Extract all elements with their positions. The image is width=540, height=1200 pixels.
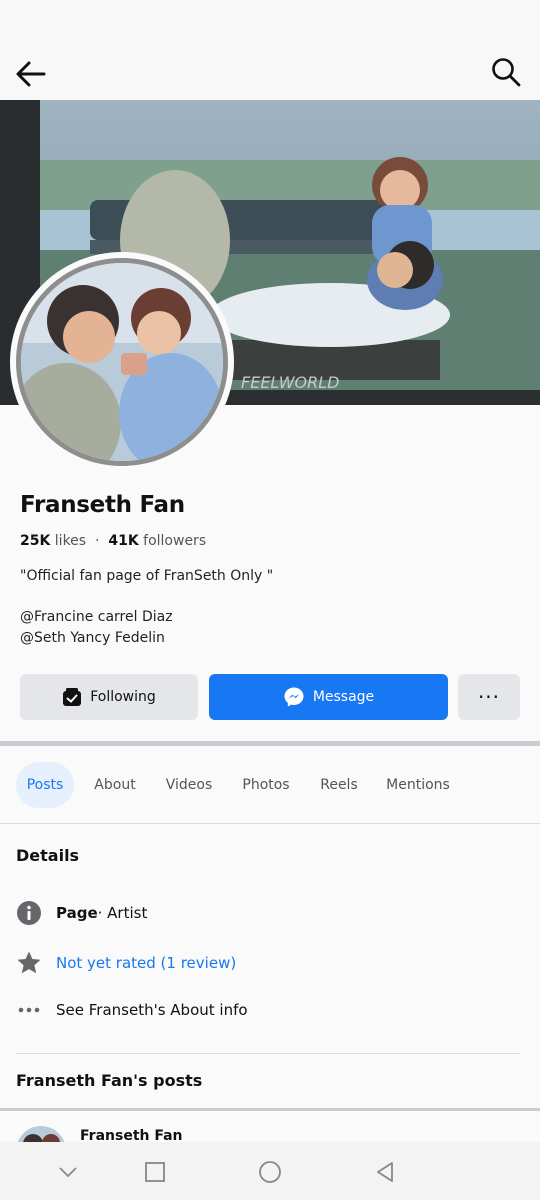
- star-icon: [16, 950, 42, 976]
- stats-dot: ·: [90, 533, 104, 549]
- back-arrow-icon[interactable]: [14, 58, 48, 90]
- tab-posts[interactable]: Posts: [16, 762, 74, 808]
- tab-photos[interactable]: Photos: [237, 762, 295, 808]
- search-icon[interactable]: [490, 56, 522, 88]
- category-type: Page: [56, 904, 98, 922]
- tab-about[interactable]: About: [90, 762, 140, 808]
- tabs-divider: [0, 823, 540, 824]
- page-stats[interactable]: 25K likes · 41K followers: [20, 533, 206, 549]
- home-circle-icon[interactable]: [258, 1160, 282, 1184]
- tab-videos[interactable]: Videos: [160, 762, 218, 808]
- category-value: · Artist: [97, 904, 148, 922]
- following-label: Following: [90, 689, 156, 705]
- status-bar: [0, 0, 540, 48]
- back-triangle-icon[interactable]: [373, 1160, 397, 1184]
- cover-watermark: FEELWORLD: [241, 373, 339, 392]
- about-info-link[interactable]: See Franseth's About info: [56, 1001, 248, 1019]
- message-label: Message: [312, 689, 375, 705]
- details-category-row: Page · Artist: [16, 899, 147, 927]
- tab-mentions[interactable]: Mentions: [383, 762, 453, 808]
- action-buttons: Following Message ···: [20, 674, 520, 720]
- likes-count: 25K: [20, 533, 51, 549]
- details-rating-row[interactable]: Not yet rated (1 review): [16, 949, 236, 977]
- recents-square-icon[interactable]: [143, 1160, 167, 1184]
- more-dots-icon: [16, 997, 42, 1023]
- section-divider: [0, 741, 540, 746]
- details-about-row[interactable]: See Franseth's About info: [16, 996, 248, 1024]
- posts-divider: [0, 1108, 540, 1111]
- system-nav-bar: [0, 1142, 540, 1200]
- profile-tabs: Posts About Videos Photos Reels Mentions: [0, 760, 540, 810]
- bio-mention[interactable]: @Francine carrel Diaz: [20, 607, 273, 628]
- following-check-icon: [62, 687, 82, 707]
- bio-mention[interactable]: @Seth Yancy Fedelin: [20, 628, 273, 649]
- page-bio: "Official fan page of FranSeth Only " @F…: [20, 566, 273, 649]
- tab-reels[interactable]: Reels: [314, 762, 364, 808]
- posts-heading: Franseth Fan's posts: [16, 1071, 203, 1090]
- more-dots-icon: ···: [477, 685, 501, 709]
- info-icon: [16, 900, 42, 926]
- profile-avatar[interactable]: [10, 252, 234, 472]
- page-title: Franseth Fan: [20, 492, 185, 518]
- messenger-icon: [283, 686, 305, 708]
- details-divider: [16, 1053, 520, 1054]
- top-app-bar: [0, 48, 540, 100]
- bio-quote: "Official fan page of FranSeth Only ": [20, 568, 274, 584]
- chevron-down-icon[interactable]: [56, 1160, 80, 1184]
- followers-label: followers: [143, 533, 207, 549]
- details-heading: Details: [16, 846, 80, 865]
- followers-count: 41K: [108, 533, 139, 549]
- more-options-button[interactable]: ···: [458, 674, 520, 720]
- rating-link[interactable]: Not yet rated (1 review): [56, 954, 236, 972]
- message-button[interactable]: Message: [209, 674, 448, 720]
- likes-label: likes: [54, 533, 87, 549]
- following-button[interactable]: Following: [20, 674, 198, 720]
